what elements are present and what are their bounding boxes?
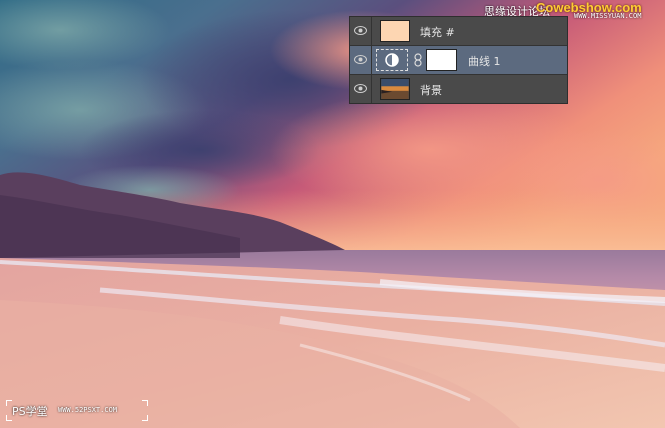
layer-name: 填充 # bbox=[420, 26, 455, 39]
visibility-toggle[interactable] bbox=[350, 75, 372, 103]
watermark-ps-school: PS学堂 bbox=[12, 405, 48, 418]
visibility-toggle[interactable] bbox=[350, 17, 372, 45]
watermark-url: WWW.MISSYUAN.COM bbox=[574, 12, 642, 20]
corner-mark bbox=[142, 400, 148, 406]
eye-icon bbox=[354, 84, 367, 93]
layers-panel: 填充 # 曲线 1 背景 bbox=[349, 16, 568, 104]
chain-link-icon[interactable] bbox=[414, 53, 422, 67]
layer-row-curves[interactable]: 曲线 1 bbox=[350, 46, 567, 75]
corner-mark bbox=[142, 415, 148, 421]
layer-mask-thumbnail[interactable] bbox=[426, 49, 457, 71]
eye-icon bbox=[354, 26, 367, 35]
layer-name: 曲线 1 bbox=[468, 55, 501, 68]
canvas: 思缘设计论坛 Cowebshow.com WWW.MISSYUAN.COM 填充… bbox=[0, 0, 665, 428]
eye-icon bbox=[354, 55, 367, 64]
background-thumbnail bbox=[380, 78, 410, 100]
layer-row-fill[interactable]: 填充 # bbox=[350, 17, 567, 46]
visibility-toggle[interactable] bbox=[350, 46, 372, 74]
layer-row-background[interactable]: 背景 bbox=[350, 75, 567, 104]
layer-name: 背景 bbox=[420, 84, 442, 97]
layer-thumbnail bbox=[380, 20, 410, 42]
curves-adjustment-icon[interactable] bbox=[376, 49, 408, 71]
watermark-url: WWW.52PSXT.COM bbox=[58, 406, 118, 414]
